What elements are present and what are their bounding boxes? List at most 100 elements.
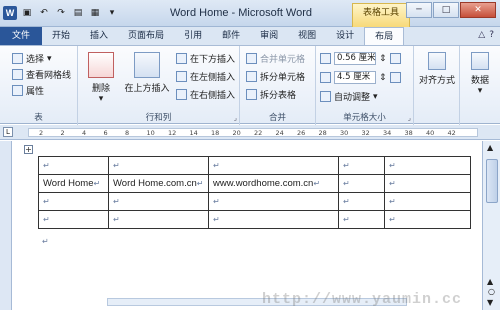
ruler-tick-label: 8 xyxy=(125,129,130,137)
document-area[interactable]: + ↵ ↵ ↵ ↵ ↵ Word Home↵ Word Home.com.cn↵… xyxy=(12,141,482,310)
ruler-tick-label: 24 xyxy=(275,129,284,137)
table-cell[interactable]: ↵ xyxy=(108,192,209,211)
table-cell[interactable]: ↵ xyxy=(38,192,109,211)
view-gridlines-button[interactable]: 查看网格线 xyxy=(12,68,71,81)
window-controls: ─ □ ✕ xyxy=(406,2,496,18)
table-cell[interactable]: ↵ xyxy=(338,192,385,211)
merge-cells-icon xyxy=(246,53,257,64)
table-cell[interactable]: ↵ xyxy=(208,192,339,211)
tab-home[interactable]: 开始 xyxy=(42,27,80,45)
table-cell[interactable]: ↵ xyxy=(208,156,339,175)
vertical-scrollbar[interactable]: ▲ ▲ ○ ▼ xyxy=(482,141,500,310)
tab-page-layout[interactable]: 页面布局 xyxy=(118,27,174,45)
properties-icon xyxy=(12,85,23,96)
ribbon-tabs: 文件 开始 插入 页面布局 引用 邮件 审阅 视图 设计 布局 xyxy=(0,27,500,45)
table-cell[interactable]: ↵ xyxy=(384,174,471,193)
prev-page-icon[interactable]: ▲ xyxy=(487,277,493,286)
split-table-button[interactable]: 拆分表格 xyxy=(246,88,296,101)
ruler-tick-label: 12 xyxy=(168,129,177,137)
undo-icon[interactable]: ↶ xyxy=(37,6,51,20)
tab-insert[interactable]: 插入 xyxy=(80,27,118,45)
autofit-button[interactable]: 自动调整 ▾ xyxy=(320,90,378,103)
tab-file[interactable]: 文件 xyxy=(0,27,43,45)
scroll-thumb[interactable] xyxy=(486,159,498,203)
quick-access-toolbar: W ▣ ↶ ↷ ▤ ▦ ▾ xyxy=(3,5,119,21)
tab-view[interactable]: 视图 xyxy=(288,27,326,45)
ruler-tick-label: 2 xyxy=(60,129,65,137)
table-cell[interactable]: ↵ xyxy=(384,210,471,229)
ruler-track: 2 2 4 6 8 10 12 14 18 20 22 24 26 28 30 32 34 38 40 42 xyxy=(28,128,478,137)
table-tools-context-tab: 表格工具 xyxy=(352,3,410,27)
distribute-rows-icon[interactable] xyxy=(389,53,401,64)
table-cell[interactable]: ↵ xyxy=(108,156,209,175)
insert-above-button[interactable]: 在上方插入 xyxy=(122,52,172,94)
col-width-stepper[interactable]: ⇕ xyxy=(379,73,387,83)
insert-left-button[interactable]: 在左侧插入 xyxy=(176,70,235,83)
window-title: Word Home - Microsoft Word xyxy=(170,7,313,19)
table-cell[interactable]: ↵ xyxy=(208,210,339,229)
cell-size-launcher-icon[interactable]: ⌟ xyxy=(408,114,411,122)
row-height-icon xyxy=(320,53,331,64)
ruler-tick-label: 4 xyxy=(82,129,87,137)
table-move-handle-icon[interactable]: + xyxy=(24,145,33,154)
insert-below-button[interactable]: 在下方插入 xyxy=(176,52,235,65)
distribute-cols-icon[interactable] xyxy=(389,72,401,83)
tab-design[interactable]: 设计 xyxy=(326,27,364,45)
table-cell[interactable]: ↵ xyxy=(38,156,109,175)
col-width-input[interactable]: 4.5 厘米 xyxy=(334,71,376,84)
delete-button[interactable]: 删除 ▾ xyxy=(86,52,116,104)
split-cells-icon xyxy=(246,71,257,82)
group-cell-size: 0.56 厘米 ⇕ 4.5 厘米 ⇕ 自动调整 ▾ 单元格大小 ⌟ xyxy=(316,46,414,125)
next-page-icon[interactable]: ▼ xyxy=(487,298,493,307)
new-doc-icon[interactable]: ▤ xyxy=(71,6,85,20)
table-row: Word Home↵ Word Home.com.cn↵ www.wordhom… xyxy=(38,174,471,193)
table-cell[interactable]: Word Home.com.cn↵ xyxy=(108,174,209,193)
ruler-tick-label: 20 xyxy=(232,129,241,137)
table-cell[interactable]: ↵ xyxy=(384,192,471,211)
rows-columns-launcher-icon[interactable]: ⌟ xyxy=(234,114,237,122)
select-browse-object-icon[interactable]: ○ xyxy=(488,287,495,296)
help-icon[interactable]: ? xyxy=(489,30,494,40)
minimize-ribbon-icon[interactable]: △ xyxy=(478,30,485,40)
table-cell[interactable]: Word Home↵ xyxy=(38,174,109,193)
insert-right-button[interactable]: 在右侧插入 xyxy=(176,88,235,101)
scroll-up-icon[interactable]: ▲ xyxy=(487,143,493,152)
close-button[interactable]: ✕ xyxy=(460,2,496,18)
select-button[interactable]: 选择 ▾ xyxy=(12,52,52,65)
table-row: ↵ ↵ ↵ ↵ ↵ xyxy=(38,156,471,175)
row-height-stepper[interactable]: ⇕ xyxy=(379,54,387,64)
tab-selector-icon[interactable]: L xyxy=(3,127,13,137)
row-height-input[interactable]: 0.56 厘米 xyxy=(334,52,376,65)
data-button[interactable]: 数据 ▾ xyxy=(462,52,498,96)
table-cell[interactable]: ↵ xyxy=(384,156,471,175)
tab-references[interactable]: 引用 xyxy=(174,27,212,45)
insert-below-icon xyxy=(176,53,187,64)
word-logo-icon[interactable]: W xyxy=(3,6,17,20)
minimize-button[interactable]: ─ xyxy=(406,2,432,18)
tab-mailings[interactable]: 邮件 xyxy=(212,27,250,45)
open-icon[interactable]: ▦ xyxy=(88,6,102,20)
tab-layout[interactable]: 布局 xyxy=(364,27,405,45)
delete-table-icon xyxy=(88,52,114,78)
save-icon[interactable]: ▣ xyxy=(20,6,34,20)
table-cell[interactable]: ↵ xyxy=(338,174,385,193)
table-cell[interactable]: ↵ xyxy=(338,156,385,175)
paragraph-mark: ↵ xyxy=(42,237,49,246)
alignment-button[interactable]: 对齐方式 xyxy=(417,52,457,86)
ruler-tick-label: 30 xyxy=(340,129,349,137)
table-cell[interactable]: ↵ xyxy=(338,210,385,229)
table-cell[interactable]: www.wordhome.com.cn↵ xyxy=(208,174,339,193)
merge-cells-button[interactable]: 合并单元格 xyxy=(246,52,305,65)
properties-button[interactable]: 属性 xyxy=(12,84,44,97)
ruler-tick-label: 42 xyxy=(447,129,456,137)
table-cell[interactable]: ↵ xyxy=(38,210,109,229)
group-rows-columns-label: 行和列 xyxy=(145,113,172,123)
horizontal-ruler[interactable]: L 2 2 4 6 8 10 12 14 18 20 22 24 26 28 30 32 34 38 40 42 xyxy=(0,125,500,140)
table-cell[interactable]: ↵ xyxy=(108,210,209,229)
split-cells-button[interactable]: 拆分单元格 xyxy=(246,70,305,83)
redo-icon[interactable]: ↷ xyxy=(54,6,68,20)
ruler-tick-label: 40 xyxy=(426,129,435,137)
maximize-button[interactable]: □ xyxy=(433,2,459,18)
tab-review[interactable]: 审阅 xyxy=(250,27,288,45)
dropdown-icon[interactable]: ▾ xyxy=(105,6,119,20)
